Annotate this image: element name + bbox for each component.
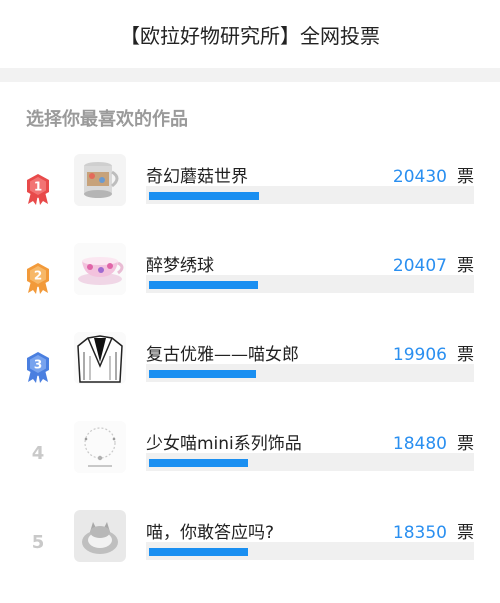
- section-title: 选择你最喜欢的作品: [26, 109, 188, 130]
- item-name: 醉梦绣球: [146, 256, 214, 276]
- vote-number: 19906: [392, 345, 447, 365]
- necklace-icon: [74, 421, 126, 473]
- list-item[interactable]: 1 奇幻蘑菇世界 20430 票: [0, 154, 500, 243]
- rank-2-medal-icon: 2: [24, 261, 52, 295]
- vote-progress-fill: [149, 192, 259, 200]
- vote-progress-bar: [146, 542, 474, 560]
- page-header: 【欧拉好物研究所】全网投票: [0, 0, 500, 68]
- cat-ring-icon: [74, 510, 126, 562]
- list-item[interactable]: 4 少女喵mini系列饰品 18480 票: [0, 421, 500, 510]
- vote-number: 20430: [392, 167, 447, 187]
- vote-count: 20430 票: [393, 162, 474, 187]
- item-name: 喵，你敢答应吗?: [146, 523, 275, 543]
- vote-unit: 票: [457, 434, 474, 454]
- list-item[interactable]: 3 复古优雅——喵女郎 19906 票: [0, 332, 500, 421]
- vote-count: 18350 票: [393, 518, 474, 543]
- vote-list: 1 奇幻蘑菇世界 20430 票 2 醉梦绣球 20407 票 3 复古优雅——…: [0, 154, 500, 599]
- rank-3-medal-icon: 3: [24, 350, 52, 384]
- item-name: 少女喵mini系列饰品: [146, 434, 302, 454]
- rank-number: 3: [34, 358, 42, 372]
- vote-number: 20407: [392, 256, 447, 276]
- item-thumbnail: [74, 154, 126, 206]
- jacket-icon: [74, 332, 126, 384]
- item-name: 奇幻蘑菇世界: [146, 167, 248, 187]
- rank-number: 4: [31, 443, 45, 464]
- rank-number: 5: [31, 532, 45, 553]
- vote-number: 18350: [392, 523, 447, 543]
- vote-progress-fill: [149, 281, 258, 289]
- vote-progress-bar: [146, 186, 474, 204]
- vote-progress-bar: [146, 275, 474, 293]
- vote-progress-fill: [149, 548, 248, 556]
- glass-cup-icon: [74, 154, 126, 206]
- list-item[interactable]: 5 喵，你敢答应吗? 18350 票: [0, 510, 500, 599]
- vote-progress-fill: [149, 459, 248, 467]
- section-divider: [0, 68, 500, 82]
- vote-count: 20407 票: [393, 251, 474, 276]
- item-thumbnail: [74, 332, 126, 384]
- vote-unit: 票: [457, 345, 474, 365]
- teacup-icon: [74, 243, 126, 295]
- vote-progress-bar: [146, 453, 474, 471]
- vote-unit: 票: [457, 523, 474, 543]
- item-name: 复古优雅——喵女郎: [146, 345, 299, 365]
- list-item[interactable]: 2 醉梦绣球 20407 票: [0, 243, 500, 332]
- page-title: 【欧拉好物研究所】全网投票: [120, 23, 380, 48]
- vote-unit: 票: [457, 256, 474, 276]
- vote-count: 18480 票: [393, 429, 474, 454]
- vote-progress-bar: [146, 364, 474, 382]
- rank-1-medal-icon: 1: [24, 172, 52, 206]
- item-thumbnail: [74, 421, 126, 473]
- item-thumbnail: [74, 510, 126, 562]
- rank-number: 1: [34, 180, 42, 194]
- item-thumbnail: [74, 243, 126, 295]
- vote-count: 19906 票: [393, 340, 474, 365]
- vote-progress-fill: [149, 370, 256, 378]
- vote-unit: 票: [457, 167, 474, 187]
- rank-number: 2: [34, 269, 42, 283]
- vote-number: 18480: [392, 434, 447, 454]
